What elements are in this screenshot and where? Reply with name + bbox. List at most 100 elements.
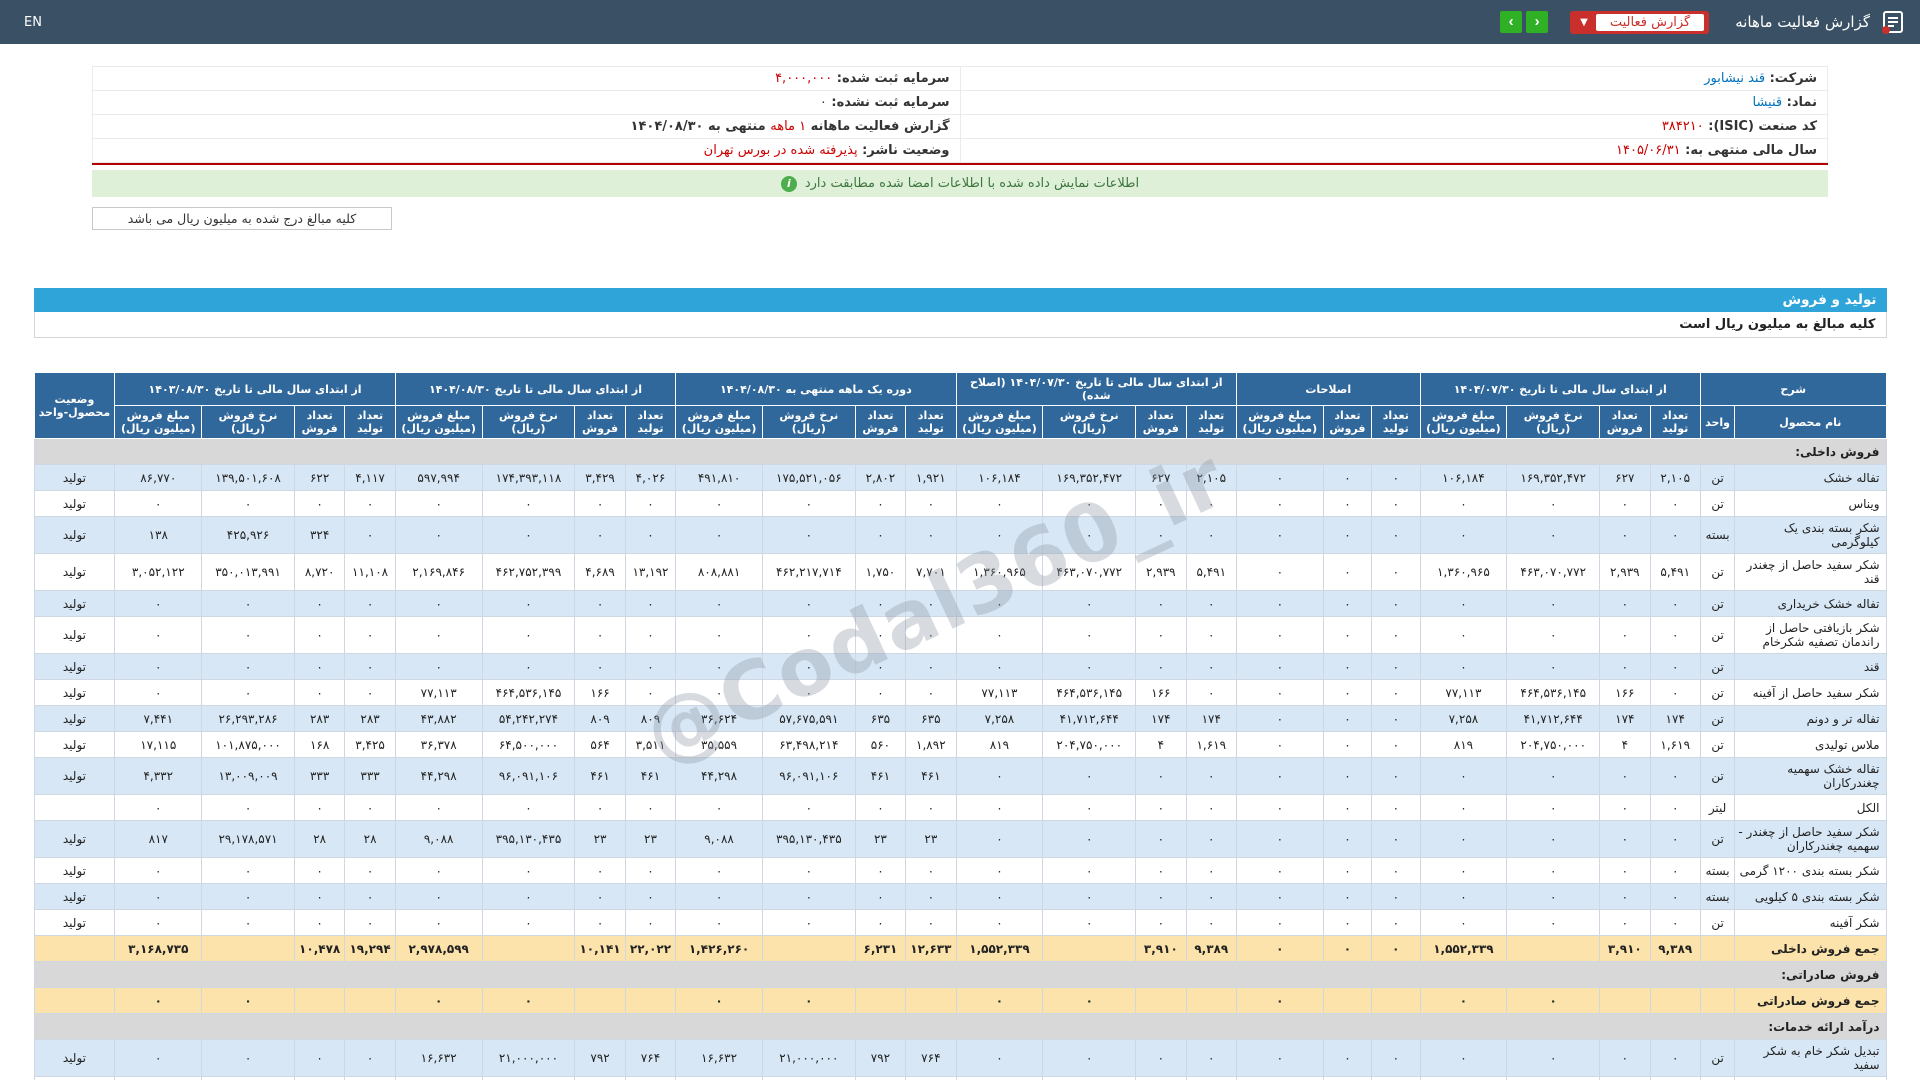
value-cell: ۰ xyxy=(293,1039,346,1077)
previous-report-button[interactable]: › xyxy=(1500,11,1523,33)
value-cell: ۴,۳۳۲ xyxy=(114,757,203,795)
value-cell: ۰ xyxy=(481,883,576,910)
page-title: گزارش فعالیت ماهانه xyxy=(1735,13,1870,31)
value-cell: ۲۶,۲۹۳,۲۸۶ xyxy=(201,705,295,732)
value-cell: ۰ xyxy=(1506,820,1601,858)
status-cell xyxy=(33,987,116,1014)
section-label: فروش داخلی: xyxy=(33,438,1887,465)
unit-cell: تن xyxy=(1699,616,1736,654)
value-cell: ۴۶۲,۷۵۲,۳۹۹ xyxy=(481,553,576,591)
value-cell: ۰ xyxy=(675,1076,763,1080)
value-cell: ۶۳۵ xyxy=(854,705,907,732)
value-cell: ۱۶۶ xyxy=(1599,679,1651,706)
table-note: کلیه مبالغ به میلیون ریال است xyxy=(33,312,1887,338)
value-cell: ۳۶,۳۷۸ xyxy=(394,731,483,758)
language-toggle-en[interactable]: EN xyxy=(24,15,42,30)
value-cell: ۲,۸۰۲ xyxy=(854,464,907,491)
header-subcol: تعداد تولید xyxy=(1185,405,1237,439)
value-cell: ۰ xyxy=(1419,616,1508,654)
data-row: تفاله خشک تن ۲,۱۰۵ ۶۲۷ ۱۶۹,۳۵۲,۴۷۲ ۱۰۶,۱۸۴ ۰ ۰ ۰… xyxy=(33,464,1887,491)
value-cell: ۰ xyxy=(955,1039,1044,1077)
unit-cell: تن xyxy=(1699,590,1736,617)
info-row: شرکت: قند نیشابور سرمایه ثبت شده: ۴,۰۰۰,۰… xyxy=(92,66,1828,91)
value-cell: ۰ xyxy=(1042,987,1137,1014)
amounts-note-tab: کلیه مبالغ درج شده به میلیون ریال می باش… xyxy=(92,207,392,230)
value-cell: ۰ xyxy=(1235,935,1324,962)
header-group: دوره یک ماهه منتهی به ۱۴۰۴/۰۸/۳۰ xyxy=(675,372,957,406)
value-cell: ۰ xyxy=(854,490,907,517)
value-cell: ۰ xyxy=(1419,909,1508,936)
value-cell: ۰ xyxy=(1371,679,1421,706)
value-cell: ۲۸۳ xyxy=(293,705,346,732)
value-cell: ۷۹۲ xyxy=(854,1039,907,1077)
value-cell: ۰ xyxy=(114,679,203,706)
value-cell: ۰ xyxy=(574,616,626,654)
value-cell: ۴۶۱ xyxy=(905,757,957,795)
value-cell: ۰ xyxy=(1506,653,1601,680)
value-cell: ۳۳۳ xyxy=(344,757,396,795)
value-cell: ۰ xyxy=(574,909,626,936)
value-cell: ۷,۷۰۱ xyxy=(905,553,957,591)
info-value: ۳۸۴۲۱۰ xyxy=(1661,119,1704,134)
value-cell: ۰ xyxy=(1599,794,1651,821)
value-cell: ۰ xyxy=(293,794,346,821)
value-cell: ۰ xyxy=(1185,616,1237,654)
value-cell: ۴ xyxy=(1135,731,1187,758)
value-cell: ۱,۵۵۲,۳۳۹ xyxy=(955,935,1044,962)
value-cell: ۳۲۴ xyxy=(293,516,346,554)
value-cell: ۹,۰۸۸ xyxy=(675,820,763,858)
value-cell: ۰ xyxy=(1042,857,1137,884)
value-cell: ۰ xyxy=(1371,553,1421,591)
value-cell: ۰ xyxy=(1371,757,1421,795)
info-value[interactable]: قند نیشابور xyxy=(1704,71,1765,86)
value-cell: ۰ xyxy=(1135,1039,1187,1077)
value-cell: ۴۶۴,۵۳۶,۱۴۵ xyxy=(1506,679,1601,706)
value-cell: ۳۹۵,۱۳۰,۴۳۵ xyxy=(761,820,856,858)
product-name-cell: تفاله خشک xyxy=(1734,464,1887,491)
value-cell: ۰ xyxy=(114,1039,203,1077)
value-cell: ۰ xyxy=(481,516,576,554)
value-cell: ۳,۹۱۰ xyxy=(1599,935,1651,962)
value-cell: ۰ xyxy=(955,820,1044,858)
value-cell: ۰ xyxy=(1419,653,1508,680)
value-cell: ۰ xyxy=(1185,794,1237,821)
header-subcol: تعداد تولید xyxy=(1371,405,1421,439)
value-cell xyxy=(344,987,396,1014)
value-cell xyxy=(1185,987,1237,1014)
value-cell: ۰ xyxy=(955,757,1044,795)
header-subcol: نرخ فروش (ریال) xyxy=(201,405,295,439)
unit-cell: بسته xyxy=(1699,516,1736,554)
value-cell: ۰ xyxy=(1419,857,1508,884)
table-body: فروش داخلی: تفاله خشک تن ۲,۱۰۵ ۶۲۷ ۱۶۹,۳۵۲,۴۷… xyxy=(33,438,1887,1080)
value-cell: ۰ xyxy=(1649,516,1701,554)
value-cell: ۴۶۲,۲۱۷,۷۱۴ xyxy=(761,553,856,591)
info-value[interactable]: قنیشا xyxy=(1753,95,1783,110)
value-cell: ۰ xyxy=(1599,909,1651,936)
value-cell: ۰ xyxy=(394,653,483,680)
value-cell: ۱۰۶,۱۸۴ xyxy=(955,464,1044,491)
value-cell: ۰ xyxy=(1506,516,1601,554)
value-cell: ۰ xyxy=(394,857,483,884)
header-subcol: مبلغ فروش (میلیون ریال) xyxy=(1419,405,1508,439)
value-cell: ۰ xyxy=(1506,1076,1601,1080)
value-cell: ۰ xyxy=(201,909,295,936)
value-cell: ۰ xyxy=(675,857,763,884)
value-cell: ۰ xyxy=(201,590,295,617)
data-row: ویناس تن ۰ ۰ ۰ ۰ ۰ ۰ ۰ ۰ ۰ ۰ ۰ ۰ ۰ ۰ ۰ ۰ ۰ ۰ ۰ ۰ ۰ ۰ ۰ تولید xyxy=(33,490,1887,517)
report-type-dropdown[interactable]: گزارش فعالیت ▼ xyxy=(1570,10,1710,34)
value-cell: ۰ xyxy=(955,794,1044,821)
page: گزارش فعالیت ماهانه گزارش فعالیت ▼ ‹ › E… xyxy=(0,0,1920,1080)
value-cell: ۰ xyxy=(1322,653,1373,680)
unit-cell: تن xyxy=(1699,553,1736,591)
chevron-down-icon: ▼ xyxy=(1580,16,1588,28)
value-cell: ۰ xyxy=(1235,820,1324,858)
product-name-cell: شکر سفید حاصل از چغندر - سهمیه چغندرکارا… xyxy=(1734,820,1887,858)
data-row: ملاس تولیدی تن ۱,۶۱۹ ۴ ۲۰۴,۷۵۰,۰۰۰ ۸۱۹ ۰ ۰ ۰ ۱,۶۱… xyxy=(33,731,1887,758)
value-cell: ۰ xyxy=(1419,820,1508,858)
info-cell: نماد: قنیشا xyxy=(959,90,1828,115)
report-icon xyxy=(1882,11,1903,34)
value-cell: ۳۹۵,۱۳۰,۴۳۵ xyxy=(481,820,576,858)
section-label: فروش صادراتی: xyxy=(33,961,1887,988)
next-report-button[interactable]: ‹ xyxy=(1526,11,1549,33)
value-cell: ۸۰۹ xyxy=(574,705,626,732)
